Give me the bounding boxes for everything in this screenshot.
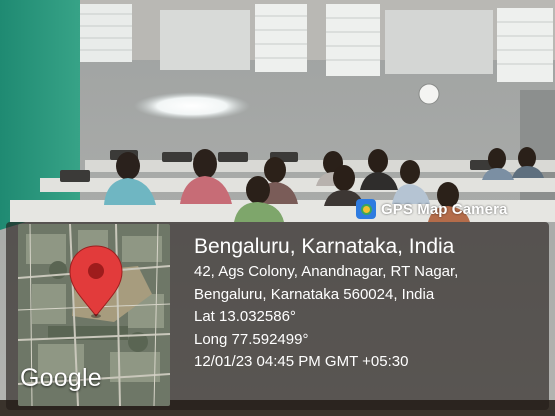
longitude: Long 77.592499° bbox=[194, 330, 309, 348]
google-logo: Google bbox=[20, 364, 102, 392]
location-title: Bengaluru, Karnataka, India bbox=[194, 235, 455, 258]
geotagged-photo: GPS Map Camera Google Bengaluru, Karnata… bbox=[0, 0, 555, 416]
address-line-1: 42, Ags Colony, Anandnagar, RT Nagar, bbox=[194, 263, 459, 280]
address-line-2: Bengaluru, Karnataka 560024, India bbox=[194, 285, 435, 303]
location-details: Bengaluru, Karnataka, India 42, Ags Colo… bbox=[194, 233, 458, 374]
datetime-stamp: 12/01/23 04:45 PM GMT +05:30 bbox=[194, 353, 409, 370]
gps-map-camera-badge: GPS Map Camera bbox=[356, 198, 507, 220]
gps-map-camera-icon bbox=[356, 199, 376, 219]
gps-map-camera-label: GPS Map Camera bbox=[381, 200, 508, 218]
latitude: Lat 13.032586° bbox=[194, 308, 296, 325]
